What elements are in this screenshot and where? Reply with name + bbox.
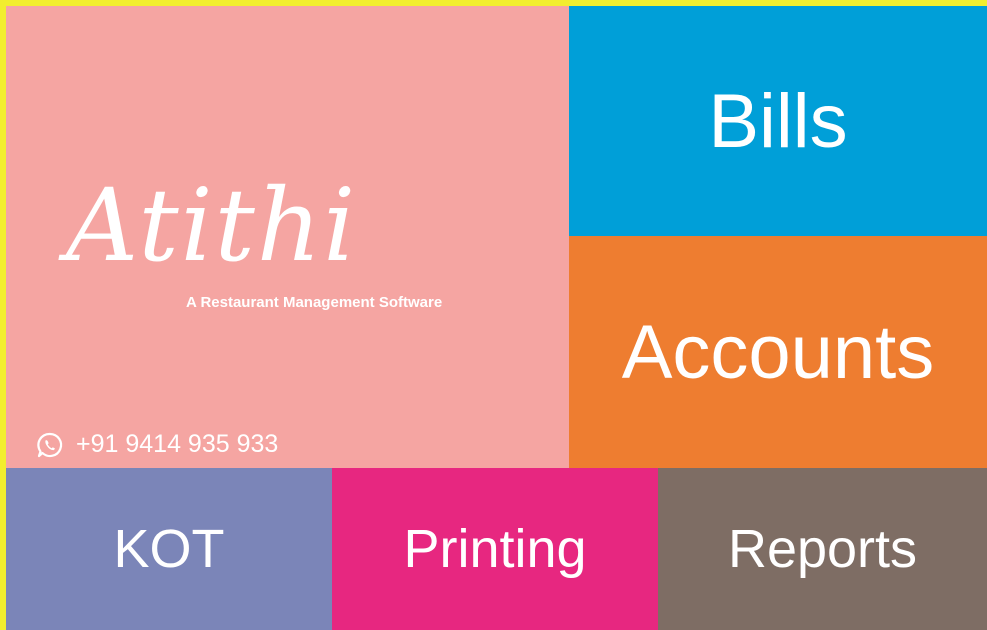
brand-panel: Atithi A Restaurant Management Software … xyxy=(6,6,569,468)
reports-label: Reports xyxy=(727,519,918,579)
phone-number: +91 9414 935 933 xyxy=(76,430,279,458)
accounts-tile[interactable]: Accounts xyxy=(569,236,987,468)
bills-tile[interactable]: Bills xyxy=(569,6,987,236)
kot-label: KOT xyxy=(113,519,225,579)
kot-tile[interactable]: KOT xyxy=(6,468,332,630)
tagline: A Restaurant Management Software xyxy=(186,294,443,311)
accounts-label: Accounts xyxy=(621,309,935,395)
app-frame: Atithi A Restaurant Management Software … xyxy=(0,0,987,630)
atithi-logo: Atithi xyxy=(66,167,358,284)
contact-row: +91 9414 935 933 xyxy=(36,430,278,459)
whatsapp-icon xyxy=(36,431,64,459)
printing-tile[interactable]: Printing xyxy=(332,468,658,630)
reports-tile[interactable]: Reports xyxy=(658,468,987,630)
printing-label: Printing xyxy=(403,519,587,579)
bills-label: Bills xyxy=(708,78,848,164)
